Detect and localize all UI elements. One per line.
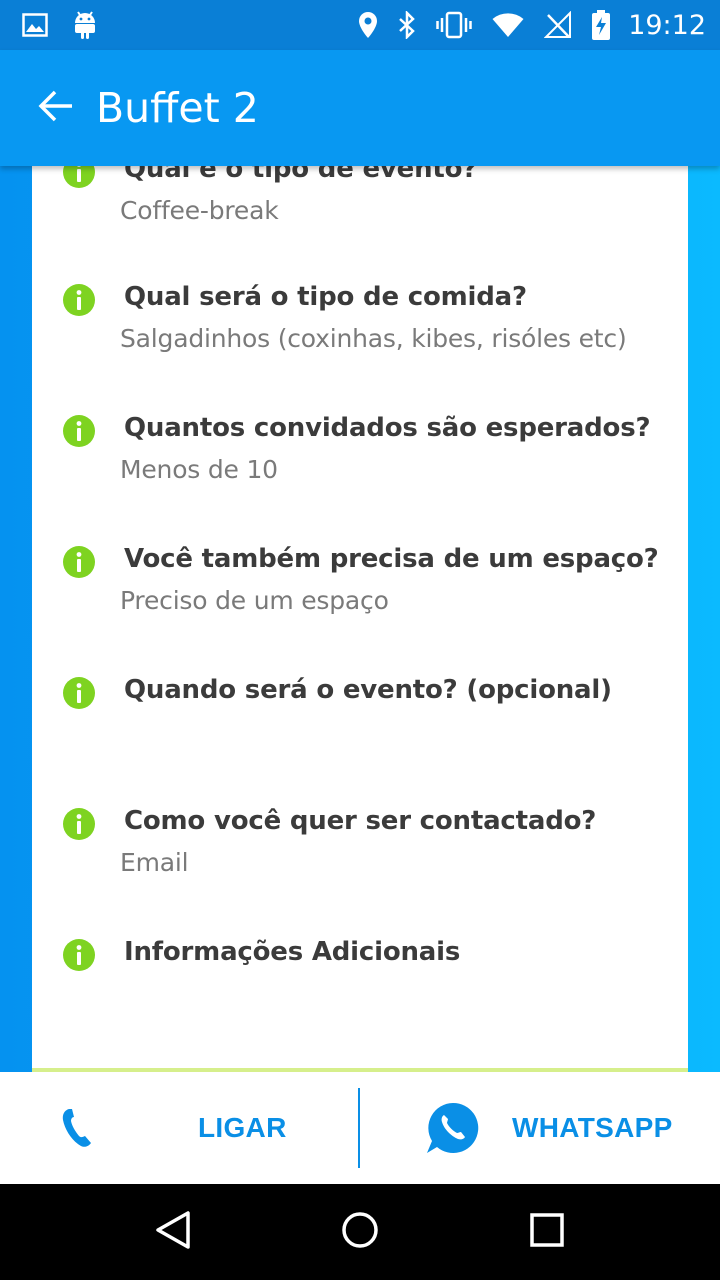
page-title: Buffet 2 <box>96 84 259 132</box>
bluetooth-icon <box>398 11 416 39</box>
field-answer: Menos de 10 <box>120 455 278 484</box>
no-signal-icon <box>544 11 572 39</box>
details-card: Qual é o tipo de evento? Coffee-break Qu… <box>32 166 688 1072</box>
clock: 19:12 <box>628 9 706 41</box>
info-icon <box>63 808 95 840</box>
info-icon <box>63 546 95 578</box>
whatsapp-icon <box>426 1101 480 1159</box>
info-icon <box>63 677 95 709</box>
phone-icon <box>60 1108 94 1152</box>
info-icon <box>63 166 95 188</box>
battery-charging-icon <box>592 10 611 40</box>
field-question: Você também precisa de um espaço? <box>124 544 659 574</box>
status-bar: 19:12 <box>0 0 720 50</box>
field-question: Quantos convidados são esperados? <box>124 413 651 443</box>
whatsapp-button[interactable]: WHATSAPP <box>360 1072 720 1184</box>
whatsapp-label: WHATSAPP <box>512 1112 673 1143</box>
info-icon <box>63 284 95 316</box>
android-icon <box>72 10 98 40</box>
field-answer: Preciso de um espaço <box>120 586 389 615</box>
action-bar: LIGAR WHATSAPP <box>0 1072 720 1184</box>
nav-home-button[interactable] <box>312 1184 408 1280</box>
nav-recents-button[interactable] <box>499 1184 595 1280</box>
field-question: Como você quer ser contactado? <box>124 806 597 836</box>
call-label: LIGAR <box>198 1112 287 1143</box>
location-icon <box>358 11 378 39</box>
field-question: Qual será o tipo de comida? <box>124 282 527 312</box>
field-answer: Coffee-break <box>120 196 279 225</box>
info-icon <box>63 415 95 447</box>
field-question: Qual é o tipo de evento? <box>124 166 478 184</box>
circle-home-icon <box>340 1210 380 1254</box>
app-bar: Buffet 2 <box>0 50 720 166</box>
vibrate-icon <box>436 11 472 39</box>
field-answer: Email <box>120 848 189 877</box>
call-button[interactable]: LIGAR <box>0 1072 360 1184</box>
wifi-icon <box>492 12 524 38</box>
nav-back-button[interactable] <box>125 1184 221 1280</box>
action-divider <box>358 1088 360 1168</box>
navigation-bar <box>0 1184 720 1280</box>
info-icon <box>63 939 95 971</box>
triangle-back-icon <box>154 1210 192 1254</box>
arrow-left-icon <box>38 90 74 126</box>
field-question: Quando será o evento? (opcional) <box>124 675 612 705</box>
image-icon <box>22 13 48 37</box>
field-question: Informações Adicionais <box>124 937 461 967</box>
field-answer: Salgadinhos (coxinhas, kibes, risóles et… <box>120 324 627 353</box>
card-bottom-divider <box>32 1068 688 1072</box>
square-recents-icon <box>529 1212 565 1252</box>
